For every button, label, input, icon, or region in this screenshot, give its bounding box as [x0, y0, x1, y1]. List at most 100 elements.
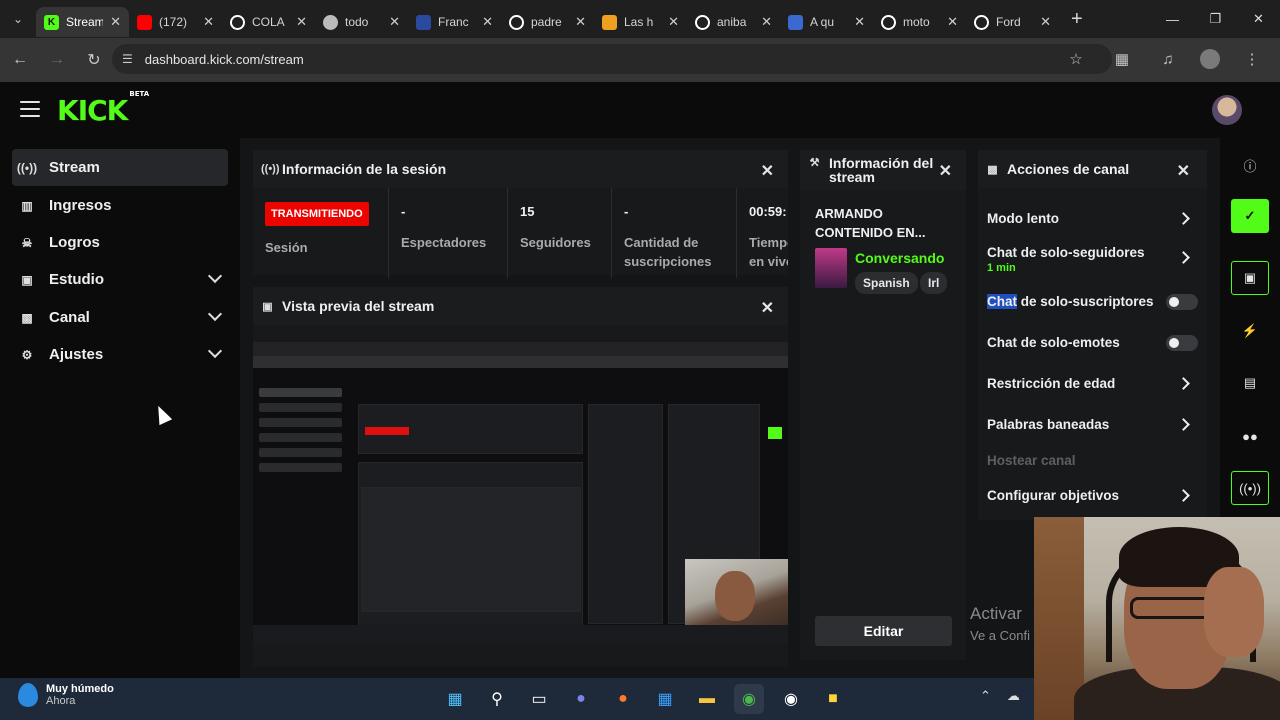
tag-pill: Spanish: [855, 272, 918, 294]
close-icon[interactable]: ✕: [761, 161, 774, 181]
close-icon[interactable]: ✕: [1177, 161, 1190, 181]
row-label: Hostear canal: [987, 453, 1076, 468]
media-control-icon[interactable]: ♫: [1154, 45, 1182, 73]
category-name[interactable]: Conversando: [855, 250, 944, 266]
screen-capture-icon[interactable]: ▣: [1231, 261, 1269, 295]
sidebar-item-canal[interactable]: ▩ Canal: [12, 299, 228, 336]
task-view-icon[interactable]: ▭: [524, 684, 554, 714]
chat-app-icon[interactable]: ●: [566, 684, 596, 714]
kick-logo[interactable]: KICKBETA: [57, 90, 149, 127]
tab-close-icon[interactable]: ✕: [668, 14, 679, 30]
browser-tab[interactable]: (172) ✕: [129, 7, 222, 37]
browser-tab[interactable]: K Stream ✕: [36, 7, 129, 37]
profile-avatar[interactable]: [1200, 49, 1220, 69]
tab-close-icon[interactable]: ✕: [389, 14, 400, 30]
live-time-stat: 00:59: Tiempo en vivo: [737, 188, 788, 278]
gear-icon: ⚙: [21, 347, 33, 362]
tab-close-icon[interactable]: ✕: [947, 14, 958, 30]
restore-button[interactable]: ❐: [1194, 0, 1237, 38]
obs-icon[interactable]: ◉: [776, 684, 806, 714]
sidebar-item-logros[interactable]: ☠ Logros: [12, 224, 228, 261]
goals-row[interactable]: Configurar objetivos: [987, 488, 1202, 503]
age-restriction-row[interactable]: Restricción de edad: [987, 376, 1202, 391]
sidebar-item-ingresos[interactable]: ▥ Ingresos: [12, 187, 228, 224]
folder-icon[interactable]: ▬: [692, 684, 722, 714]
slow-mode-row[interactable]: Modo lento: [987, 211, 1202, 226]
sidebar-item-ajustes[interactable]: ⚙ Ajustes: [12, 336, 228, 373]
stream-info-panel: ⚒ Información del stream ✕ ARMANDO CONTE…: [800, 150, 966, 660]
google-favicon-icon: [230, 14, 245, 30]
chevron-down-icon: [207, 343, 223, 359]
tab-close-icon[interactable]: ✕: [1040, 14, 1051, 30]
firefox-icon[interactable]: ●: [608, 684, 638, 714]
tab-close-icon[interactable]: ✕: [761, 14, 772, 30]
browser-tab[interactable]: Las h ✕: [594, 7, 687, 37]
browser-tab[interactable]: todo ✕: [315, 7, 408, 37]
browser-tab[interactable]: moto ✕: [873, 7, 966, 37]
emotes-only-toggle[interactable]: [1166, 335, 1198, 351]
stream-preview-video[interactable]: [253, 342, 788, 643]
studio-icon: ▣: [21, 272, 33, 287]
followers-only-row[interactable]: Chat de solo-seguidores 1 min: [987, 245, 1202, 274]
check-icon[interactable]: ✓: [1231, 199, 1269, 233]
sidebar-item-stream[interactable]: ((•)) Stream: [12, 149, 228, 186]
trophy-icon: ☠: [21, 235, 33, 250]
document-icon[interactable]: ▤: [1231, 366, 1269, 400]
browser-tab[interactable]: A qu ✕: [780, 7, 873, 37]
user-avatar[interactable]: [1212, 95, 1242, 125]
chat-icon[interactable]: ●●: [1231, 419, 1269, 453]
bookmark-star-icon[interactable]: ☆: [1062, 45, 1090, 73]
search-icon[interactable]: ⚲: [482, 684, 512, 714]
close-window-button[interactable]: ✕: [1237, 0, 1280, 38]
site-info-icon[interactable]: ☰: [122, 52, 133, 66]
browser-tab[interactable]: Ford ✕: [966, 7, 1059, 37]
windows-start-icon[interactable]: ▦: [440, 684, 470, 714]
sidebar-item-label: Estudio: [49, 271, 104, 288]
category-thumbnail: [815, 248, 847, 288]
hamburger-menu-icon[interactable]: [20, 101, 40, 117]
store-icon[interactable]: ▦: [650, 684, 680, 714]
browser-tab[interactable]: padre ✕: [501, 7, 594, 37]
info-icon[interactable]: ⓘ: [1231, 148, 1269, 182]
edit-stream-button[interactable]: Editar: [815, 616, 952, 646]
tab-title: Las h: [624, 15, 654, 29]
browser-tab[interactable]: Franc ✕: [408, 7, 501, 37]
window-controls: — ❐ ✕: [1151, 0, 1280, 38]
weather-widget[interactable]: Muy húmedo Ahora: [18, 683, 114, 707]
session-status: TRANSMITIENDO Sesión: [253, 188, 389, 278]
stat-value: 15: [520, 204, 535, 219]
tray-chevron-icon[interactable]: ⌃: [980, 688, 991, 704]
broadcast-icon[interactable]: ((•)): [1231, 471, 1269, 505]
url-input[interactable]: ☰ dashboard.kick.com/stream: [112, 44, 1112, 74]
browser-tab[interactable]: aniba ✕: [687, 7, 780, 37]
browser-tab-bar: ⌄ K Stream ✕ (172) ✕ COLA ✕ todo ✕ Franc ✕ padre ✕ La…: [0, 0, 1280, 38]
tab-close-icon[interactable]: ✕: [854, 14, 865, 30]
chrome-icon[interactable]: ◉: [734, 684, 764, 714]
sticky-notes-icon[interactable]: ■: [818, 684, 848, 714]
forward-button[interactable]: →: [40, 43, 74, 77]
tab-close-icon[interactable]: ✕: [296, 14, 307, 30]
panel-title: Vista previa del stream: [282, 298, 435, 314]
close-icon[interactable]: ✕: [761, 298, 774, 318]
tab-close-icon[interactable]: ✕: [575, 14, 586, 30]
tab-search-chevron-icon[interactable]: ⌄: [0, 0, 36, 38]
browser-menu-icon[interactable]: ⋮: [1238, 45, 1266, 73]
browser-tab[interactable]: COLA ✕: [222, 7, 315, 37]
tab-close-icon[interactable]: ✕: [482, 14, 493, 30]
onedrive-cloud-icon[interactable]: ☁: [1007, 688, 1020, 704]
tab-close-icon[interactable]: ✕: [110, 14, 121, 30]
subscribers-only-toggle[interactable]: [1166, 294, 1198, 310]
lightning-icon[interactable]: ⚡: [1231, 314, 1269, 348]
new-tab-button[interactable]: +: [1071, 8, 1083, 31]
back-button[interactable]: ←: [3, 43, 37, 77]
reload-button[interactable]: ↻: [77, 43, 111, 77]
tab-close-icon[interactable]: ✕: [203, 14, 214, 30]
extensions-icon[interactable]: ▦: [1108, 45, 1136, 73]
tab-title: A qu: [810, 15, 835, 29]
sidebar-item-estudio[interactable]: ▣ Estudio: [12, 261, 228, 298]
banned-words-row[interactable]: Palabras baneadas: [987, 417, 1202, 432]
close-icon[interactable]: ✕: [939, 161, 952, 181]
emotes-only-row[interactable]: Chat de solo-emotes: [987, 335, 1202, 351]
subscribers-only-row[interactable]: Chat de solo-suscriptores: [987, 294, 1202, 310]
minimize-button[interactable]: —: [1151, 0, 1194, 38]
